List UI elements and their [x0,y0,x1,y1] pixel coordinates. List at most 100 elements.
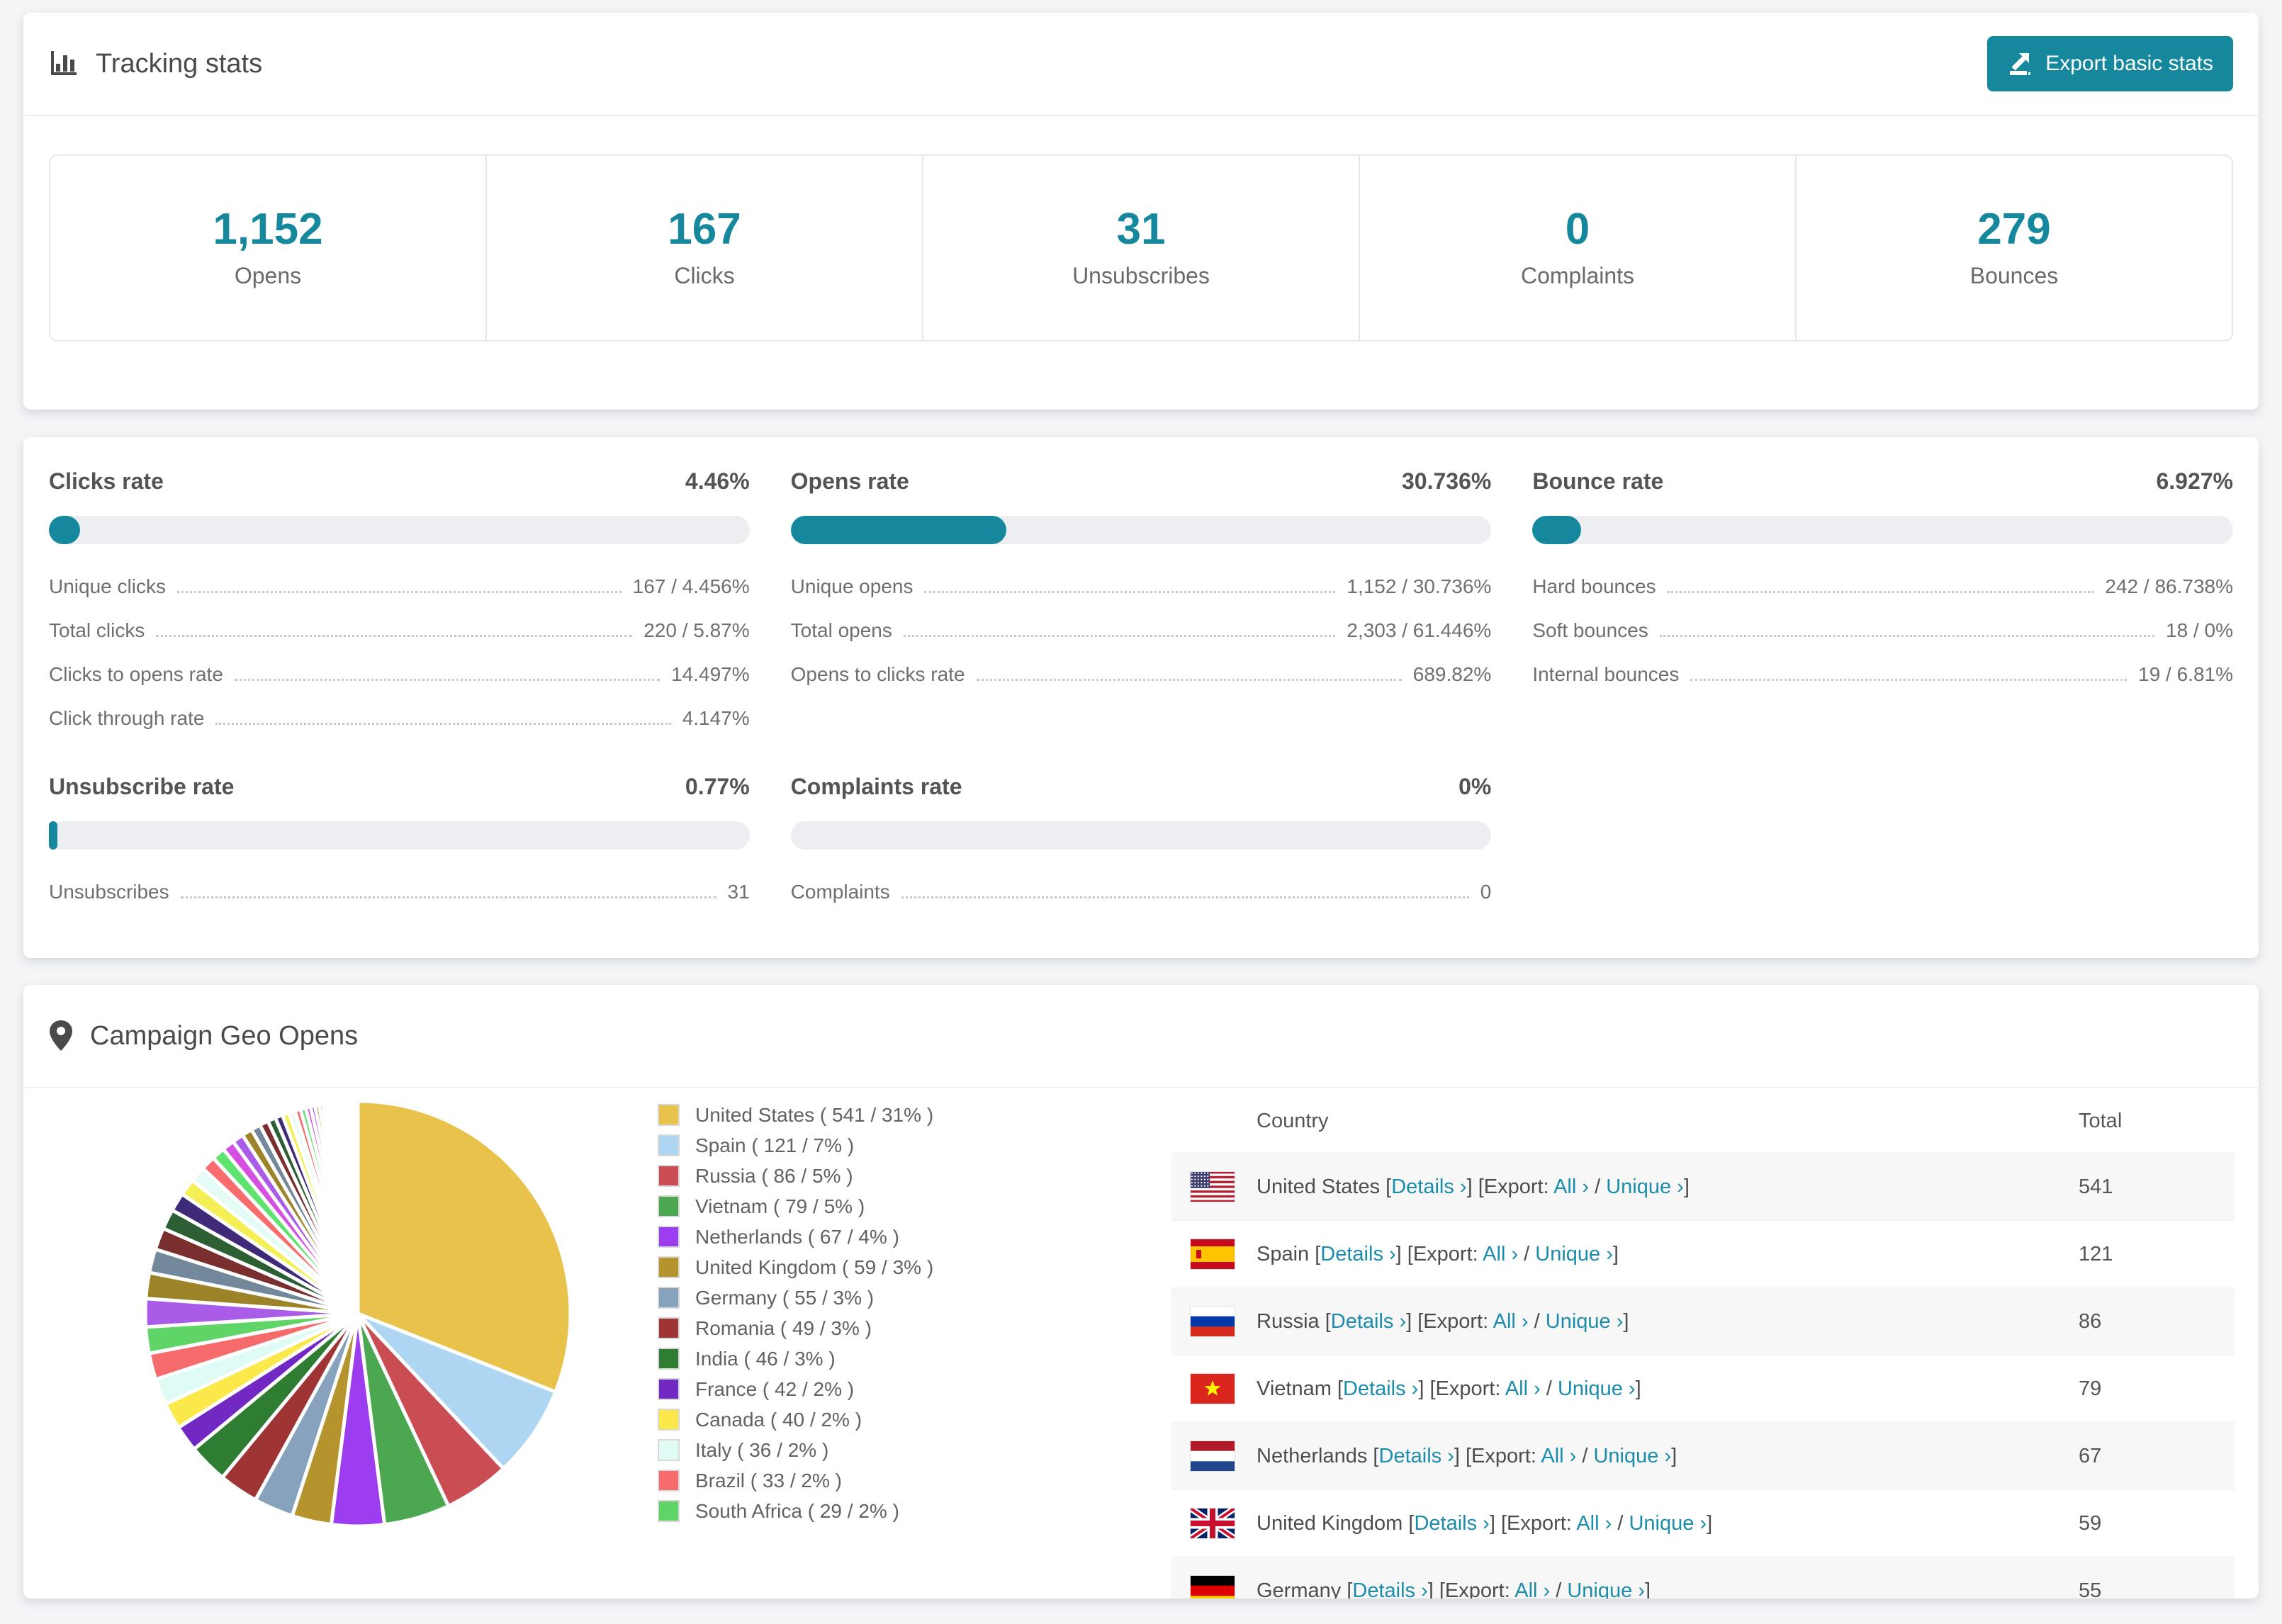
details-link-united-kingdom[interactable]: Details › [1414,1512,1489,1535]
export-unique-link-netherlands[interactable]: Unique › [1593,1445,1671,1467]
rate-rows: Hard bounces 242 / 86.738% Soft bounces 18 … [1532,575,2233,686]
export-unique-link-spain[interactable]: Unique › [1535,1243,1613,1265]
geo-body: United States ( 541 / 31% ) Spain ( 121 /… [23,1088,2259,1598]
export-all-link-netherlands[interactable]: All › [1541,1445,1576,1467]
details-link-spain[interactable]: Details › [1320,1243,1395,1265]
rate-row-value: 1,152 / 30.736% [1347,575,1492,597]
page-title: Tracking stats [96,48,263,79]
rate-row-label: Total opens [790,619,892,641]
rate-title: Complaints rate [790,774,962,799]
export-all-link-spain[interactable]: All › [1483,1243,1518,1265]
export-unique-link-united-states[interactable]: Unique › [1606,1175,1684,1198]
rate-block-complaints-rate: Complaints rate 0% Complaints 0 [790,774,1492,903]
legend-swatch [658,1195,680,1217]
export-all-link-united-kingdom[interactable]: All › [1576,1512,1612,1535]
legend-label: Russia ( 86 / 5% ) [695,1164,853,1187]
legend-item-united-kingdom: United Kingdom ( 59 / 3% ) [658,1252,933,1282]
rate-row-label: Hard bounces [1532,575,1656,597]
us-flag-icon [1190,1171,1235,1202]
export-unique-link-united-kingdom[interactable]: Unique › [1629,1512,1707,1535]
export-all-link-germany[interactable]: All › [1514,1579,1550,1599]
geo-row-united-states: United States [Details ›] [Export: All ›… [1171,1153,2235,1220]
legend-label: Italy ( 36 / 2% ) [695,1438,829,1461]
rate-row: Total opens 2,303 / 61.446% [791,619,1492,642]
details-link-united-states[interactable]: Details › [1391,1175,1466,1198]
dotted-leader [1667,591,2094,593]
rate-row: Unique clicks 167 / 4.456% [49,575,750,598]
rate-row-label: Unsubscribes [49,881,169,903]
rate-title: Bounce rate [1532,468,1664,494]
country-cell: Vietnam [Details ›] [Export: All › / Uni… [1257,1377,1641,1400]
geo-row-netherlands: Netherlands [Details ›] [Export: All › /… [1171,1422,2235,1489]
export-icon [2010,53,2031,75]
legend-label: Spain ( 121 / 7% ) [695,1134,855,1156]
rate-row: Total clicks 220 / 5.87% [49,619,750,642]
rate-row: Unique opens 1,152 / 30.736% [791,575,1492,598]
rate-head: Unsubscribe rate 0.77% [49,774,750,800]
rate-progress-fill [790,516,1006,544]
legend-item-italy: Italy ( 36 / 2% ) [658,1435,933,1465]
details-link-germany[interactable]: Details › [1352,1579,1427,1599]
de-flag-icon [1190,1575,1235,1598]
geo-row-germany: Germany [Details ›] [Export: All › / Uni… [1171,1557,2235,1598]
export-all-link-united-states[interactable]: All › [1553,1175,1589,1198]
total-cell: 86 [2079,1309,2102,1333]
rate-row-label: Unique clicks [49,575,166,597]
rate-value: 0% [1458,774,1492,799]
legend-item-brazil: Brazil ( 33 / 2% ) [658,1465,933,1496]
export-all-link-russia[interactable]: All › [1493,1310,1529,1333]
rate-head: Clicks rate 4.46% [49,468,750,495]
legend-swatch [658,1104,680,1126]
legend-item-romania: Romania ( 49 / 3% ) [658,1313,933,1343]
export-unique-link-germany[interactable]: Unique › [1567,1579,1645,1599]
legend-swatch [658,1470,680,1492]
export-unique-link-russia[interactable]: Unique › [1546,1310,1624,1333]
stat-value: 167 [668,204,741,254]
geo-opens-pie-chart[interactable] [138,1094,578,1533]
legend-item-spain: Spain ( 121 / 7% ) [658,1130,933,1161]
rate-row: Opens to clicks rate 689.82% [791,663,1492,686]
rate-block-bounce-rate: Bounce rate 6.927% Hard bounces 242 / 86.73… [1532,468,2233,730]
rate-row: Complaints 0 [791,881,1492,903]
legend-item-canada: Canada ( 40 / 2% ) [658,1404,933,1435]
rate-value: 0.77% [685,774,750,799]
legend-swatch [658,1287,680,1309]
legend-label: Canada ( 40 / 2% ) [695,1408,862,1431]
details-link-vietnam[interactable]: Details › [1343,1377,1418,1400]
legend-item-india: India ( 46 / 3% ) [658,1343,933,1374]
details-link-russia[interactable]: Details › [1331,1310,1406,1333]
rate-value: 30.736% [1402,468,1492,494]
dotted-leader [976,679,1402,681]
export-basic-stats-button[interactable]: Export basic stats [1987,36,2233,91]
rate-progress-track [49,821,750,850]
rate-row-label: Unique opens [790,575,914,597]
legend-label: France ( 42 / 2% ) [695,1377,855,1400]
rate-head: Opens rate 30.736% [791,468,1492,495]
ru-flag-icon [1190,1306,1235,1337]
export-unique-link-vietnam[interactable]: Unique › [1558,1377,1636,1400]
pie-slice-other[interactable] [355,1099,360,1314]
geo-table-header: Country Total [1171,1088,2235,1153]
legend-item-germany: Germany ( 55 / 3% ) [658,1282,933,1313]
rate-row-label: Opens to clicks rate [790,663,965,685]
stat-cell-complaints: 0 Complaints [1359,156,1795,340]
tracking-stats-header: Tracking stats Export basic stats [23,13,2259,116]
legend-item-vietnam: Vietnam ( 79 / 5% ) [658,1191,933,1222]
stat-value: 279 [1977,204,2051,254]
rate-row-label: Complaints [790,881,890,903]
country-column-header: Country [1257,1110,1329,1132]
rate-block-unsubscribe-rate: Unsubscribe rate 0.77% Unsubscribes 31 [49,774,750,903]
country-cell: Netherlands [Details ›] [Export: All › /… [1257,1444,1677,1467]
rates-grid: Clicks rate 4.46% Unique clicks 167 / 4.456… [23,437,2259,903]
rate-head: Complaints rate 0% [791,774,1492,800]
export-all-link-vietnam[interactable]: All › [1505,1377,1541,1400]
rate-row: Internal bounces 19 / 6.81% [1532,663,2233,686]
details-link-netherlands[interactable]: Details › [1379,1445,1454,1467]
geo-row-united-kingdom: United Kingdom [Details ›] [Export: All … [1171,1489,2235,1557]
dotted-leader [180,896,716,898]
total-cell: 541 [2079,1175,2113,1198]
dotted-leader [903,635,1336,637]
total-cell: 67 [2079,1444,2102,1467]
dotted-leader [234,679,661,681]
rate-row-value: 18 / 0% [2166,619,2233,641]
